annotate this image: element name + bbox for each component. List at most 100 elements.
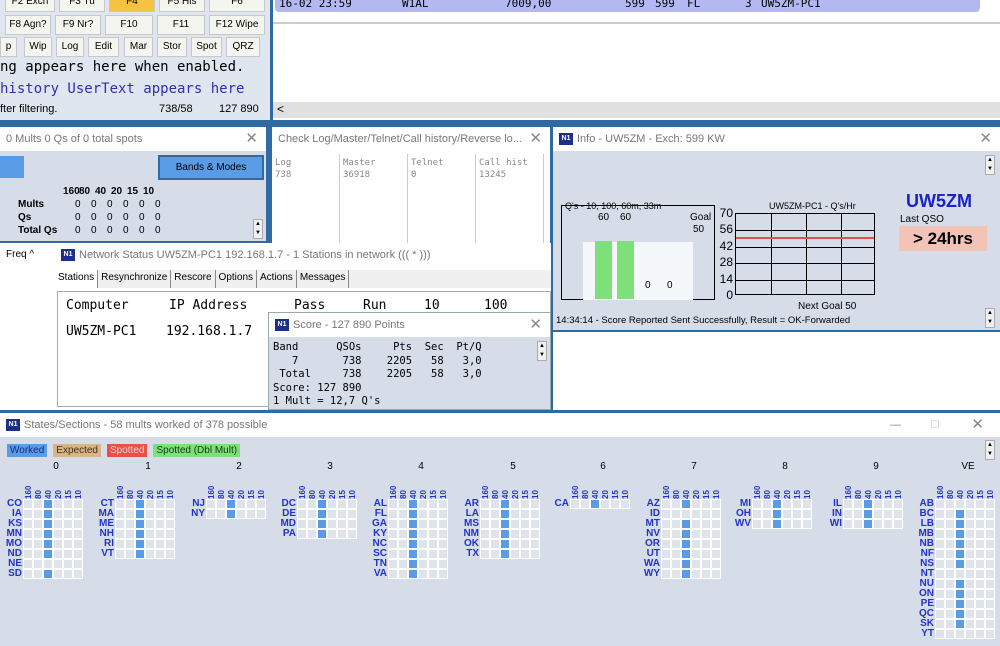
function-key-button[interactable]: F12 Wipe <box>209 15 265 35</box>
state-cell[interactable] <box>125 539 135 549</box>
state-cell[interactable] <box>701 529 711 539</box>
state-cell[interactable] <box>975 619 985 629</box>
state-cell[interactable] <box>752 499 762 509</box>
state-cell[interactable] <box>145 549 155 559</box>
state-cell[interactable] <box>985 569 995 579</box>
state-cell[interactable] <box>965 589 975 599</box>
state-cell[interactable] <box>510 529 520 539</box>
state-cell[interactable] <box>530 529 540 539</box>
state-cell[interactable] <box>155 539 165 549</box>
state-cell[interactable] <box>762 509 772 519</box>
state-cell[interactable] <box>985 519 995 529</box>
state-cell[interactable] <box>327 499 337 509</box>
state-cell[interactable] <box>63 569 73 579</box>
state-cell[interactable] <box>23 519 33 529</box>
state-cell[interactable] <box>711 529 721 539</box>
state-cell[interactable] <box>985 529 995 539</box>
state-cell[interactable] <box>145 539 155 549</box>
state-cell[interactable] <box>418 549 428 559</box>
state-cell[interactable] <box>661 539 671 549</box>
state-cell[interactable] <box>691 569 701 579</box>
state-cell[interactable] <box>73 569 83 579</box>
state-cell[interactable] <box>317 519 327 529</box>
state-cell[interactable] <box>337 499 347 509</box>
state-cell[interactable] <box>935 509 945 519</box>
state-cell[interactable] <box>73 549 83 559</box>
maximize-icon[interactable]: ☐ <box>930 413 940 437</box>
state-cell[interactable] <box>752 519 762 529</box>
state-cell[interactable] <box>681 539 691 549</box>
state-cell[interactable] <box>428 529 438 539</box>
state-cell[interactable] <box>985 629 995 639</box>
function-key-button[interactable]: Log <box>56 37 84 57</box>
state-cell[interactable] <box>965 539 975 549</box>
state-cell[interactable] <box>520 529 530 539</box>
state-cell[interactable] <box>530 519 540 529</box>
state-cell[interactable] <box>671 559 681 569</box>
state-cell[interactable] <box>510 519 520 529</box>
state-cell[interactable] <box>317 509 327 519</box>
state-cell[interactable] <box>480 499 490 509</box>
state-cell[interactable] <box>480 549 490 559</box>
state-cell[interactable] <box>33 509 43 519</box>
freq-column-header[interactable]: Freq ^ <box>6 249 34 260</box>
state-cell[interactable] <box>883 519 893 529</box>
state-cell[interactable] <box>620 499 630 509</box>
state-cell[interactable] <box>873 509 883 519</box>
state-cell[interactable] <box>317 529 327 539</box>
state-cell[interactable] <box>681 549 691 559</box>
state-cell[interactable] <box>691 529 701 539</box>
state-cell[interactable] <box>671 549 681 559</box>
state-cell[interactable] <box>955 619 965 629</box>
state-cell[interactable] <box>843 519 853 529</box>
state-cell[interactable] <box>853 499 863 509</box>
state-cell[interactable] <box>490 539 500 549</box>
state-cell[interactable] <box>297 519 307 529</box>
state-cell[interactable] <box>580 499 590 509</box>
state-cell[interactable] <box>226 509 236 519</box>
state-cell[interactable] <box>530 539 540 549</box>
state-cell[interactable] <box>965 599 975 609</box>
state-cell[interactable] <box>935 549 945 559</box>
state-cell[interactable] <box>883 499 893 509</box>
state-cell[interactable] <box>975 629 985 639</box>
state-cell[interactable] <box>23 499 33 509</box>
state-cell[interactable] <box>671 569 681 579</box>
tab-resynchronize[interactable]: Resynchronize <box>98 270 172 288</box>
function-key-button[interactable]: F4 <box>109 0 155 12</box>
state-cell[interactable] <box>165 509 175 519</box>
state-cell[interactable] <box>327 519 337 529</box>
state-cell[interactable] <box>125 549 135 559</box>
state-cell[interactable] <box>327 509 337 519</box>
state-cell[interactable] <box>955 499 965 509</box>
state-cell[interactable] <box>347 519 357 529</box>
state-cell[interactable] <box>53 559 63 569</box>
function-key-button[interactable]: F10 <box>105 15 153 35</box>
state-cell[interactable] <box>853 519 863 529</box>
state-cell[interactable] <box>398 549 408 559</box>
function-key-button[interactable]: F11 <box>157 15 205 35</box>
state-cell[interactable] <box>297 499 307 509</box>
state-cell[interactable] <box>945 609 955 619</box>
state-cell[interactable] <box>530 549 540 559</box>
state-cell[interactable] <box>53 509 63 519</box>
state-cell[interactable] <box>671 499 681 509</box>
state-cell[interactable] <box>671 529 681 539</box>
state-cell[interactable] <box>701 569 711 579</box>
state-cell[interactable] <box>792 509 802 519</box>
state-cell[interactable] <box>985 609 995 619</box>
state-cell[interactable] <box>73 509 83 519</box>
state-cell[interactable] <box>125 509 135 519</box>
state-cell[interactable] <box>935 609 945 619</box>
state-cell[interactable] <box>782 519 792 529</box>
state-cell[interactable] <box>418 569 428 579</box>
state-cell[interactable] <box>701 559 711 569</box>
state-cell[interactable] <box>873 499 883 509</box>
state-cell[interactable] <box>388 499 398 509</box>
state-cell[interactable] <box>63 529 73 539</box>
state-cell[interactable] <box>337 509 347 519</box>
state-cell[interactable] <box>388 519 398 529</box>
state-cell[interactable] <box>520 509 530 519</box>
state-cell[interactable] <box>985 509 995 519</box>
state-cell[interactable] <box>701 539 711 549</box>
